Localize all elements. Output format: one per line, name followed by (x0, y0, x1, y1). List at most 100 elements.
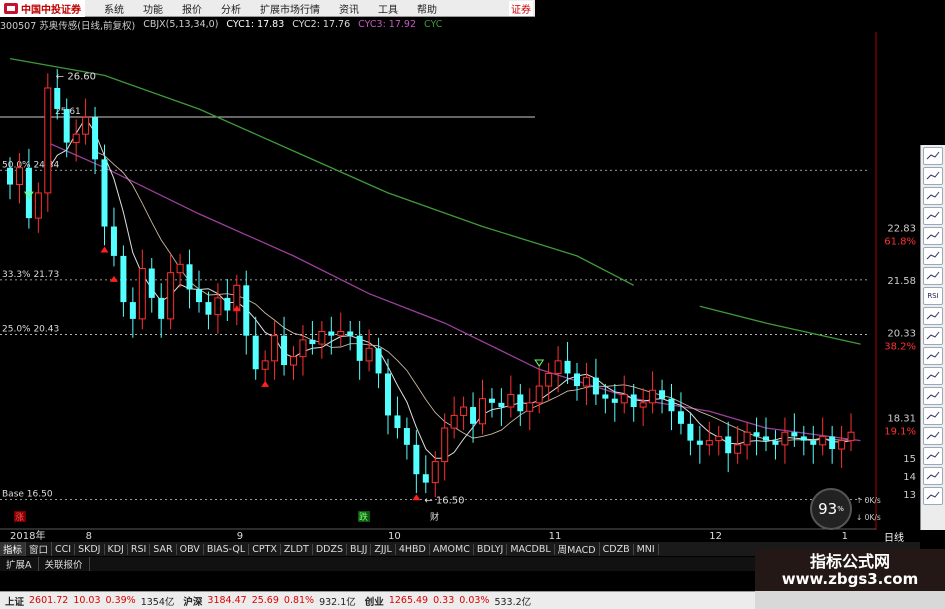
candle-body-12 (120, 255, 127, 303)
menu-item-info[interactable]: 资讯 (339, 1, 359, 16)
candle-body-55 (526, 402, 534, 412)
candle-body-26 (252, 335, 259, 370)
tool-1-icon[interactable] (923, 167, 943, 185)
candle-body-79 (753, 432, 760, 437)
tool-8-icon[interactable] (923, 307, 943, 325)
candle-body-89 (847, 431, 855, 442)
tool-5-icon[interactable] (923, 247, 943, 265)
network-speed-widget[interactable]: 93% (810, 488, 852, 530)
menu-item-ext-market[interactable]: 扩展市场行情 (260, 1, 320, 16)
indicator-tab-9[interactable]: CPTX (249, 543, 281, 555)
menu-item-function[interactable]: 功能 (143, 1, 163, 16)
tab-related-quote[interactable]: 关联报价 (39, 557, 90, 571)
candle-body-7 (72, 133, 80, 144)
indicator-tab-6[interactable]: SAR (150, 543, 177, 555)
high-label: ← 26.60 (56, 71, 96, 82)
indicator-tab-15[interactable]: AMOMC (430, 543, 474, 555)
fib-label-4: Base 16.50 (2, 489, 53, 499)
date-label-0: 2018年 (10, 529, 45, 542)
candle-body-50 (479, 398, 486, 425)
sz-index-value: 3184.47 (207, 595, 247, 606)
candles (7, 69, 855, 498)
candle-body-44 (422, 474, 429, 483)
tab-extend-a[interactable]: 扩展A (0, 557, 39, 571)
cyc4-value: CYC (424, 19, 443, 30)
tool-4-icon[interactable] (923, 227, 943, 245)
indicator-tab-5[interactable]: RSI (128, 543, 151, 555)
candle-body-10 (101, 159, 108, 227)
tool-12-icon[interactable] (923, 387, 943, 405)
tool-2-icon[interactable] (923, 187, 943, 205)
candle-body-63 (602, 394, 609, 399)
indicator-tab-10[interactable]: ZLDT (281, 543, 313, 555)
tool-17-icon[interactable] (923, 487, 943, 505)
menu-bar: 中国中投证券 系统 功能 报价 分析 扩展市场行情 资讯 工具 帮助 证券 (0, 0, 535, 17)
sz-index-change: 25.69 (251, 595, 279, 606)
axis-price-3: 18.31 (887, 413, 916, 424)
indicator-tab-1[interactable]: 窗口 (26, 542, 53, 556)
date-label-5: 12 (709, 531, 722, 542)
indicator-tab-3[interactable]: SKDJ (75, 543, 105, 555)
date-label-6: 1 (842, 531, 848, 542)
indicator-tab-16[interactable]: BDLYJ (474, 543, 508, 555)
tool-13-icon[interactable] (923, 407, 943, 425)
cy-index-name[interactable]: 创业 (365, 594, 384, 608)
indicator-tab-0[interactable]: 指标 (0, 542, 27, 556)
candle-body-67 (639, 402, 647, 408)
axis-tick-0: 15 (903, 454, 916, 465)
tool-14-icon[interactable] (923, 427, 943, 445)
indicator-tab-2[interactable]: CCI (52, 543, 76, 555)
tool-11-icon[interactable] (923, 367, 943, 385)
indicator-tab-4[interactable]: KDJ (105, 543, 128, 555)
tool-9-icon[interactable] (923, 327, 943, 345)
candle-body-3 (34, 192, 42, 219)
menu-item-system[interactable]: 系统 (104, 1, 124, 16)
low-label: ← 16.50 (424, 495, 464, 506)
candle-body-45 (431, 461, 439, 484)
logo-text: 中国中投证券 (21, 4, 81, 16)
indicator-tab-12[interactable]: BLJJ (347, 543, 372, 555)
candle-body-66 (630, 394, 637, 408)
menu-item-help[interactable]: 帮助 (417, 1, 437, 16)
candle-body-6 (63, 108, 70, 143)
menu-item-analysis[interactable]: 分析 (221, 1, 241, 16)
tool-0-icon[interactable] (923, 147, 943, 165)
site-watermark: 指标公式网 www.zbgs3.com (755, 549, 945, 591)
tool-3-icon[interactable] (923, 207, 943, 225)
candlestick-chart[interactable]: 25.6150.0% 24.3433.3% 21.7325.0% 20.43Ba… (0, 32, 920, 542)
sz-index-pct: 0.81% (283, 595, 315, 606)
indicator-tab-8[interactable]: BIAS-QL (204, 543, 250, 555)
fib-label-3: 25.0% 20.43 (2, 324, 59, 334)
candle-body-62 (592, 377, 599, 395)
axis-pct-0: 61.8% (884, 237, 916, 248)
candle-body-43 (413, 444, 420, 475)
tag-die: 跌 (359, 512, 368, 523)
candle-body-35 (337, 330, 345, 337)
indicator-tab-20[interactable]: MNI (634, 543, 659, 555)
tool-10-icon[interactable] (923, 347, 943, 365)
indicator-tab-11[interactable]: DDZS (313, 543, 347, 555)
candle-body-2 (25, 167, 32, 219)
indicator-tab-17[interactable]: MACDBL (507, 543, 555, 555)
sh-index-pct: 0.39% (105, 595, 136, 606)
indicator-tab-7[interactable]: OBV (177, 543, 204, 555)
tool-16-icon[interactable] (923, 467, 943, 485)
tool-7-icon[interactable]: RSI (923, 287, 943, 305)
indicator-tab-13[interactable]: ZJJL (371, 543, 396, 555)
candle-body-83 (791, 432, 798, 437)
candle-body-34 (328, 331, 335, 336)
menu-item-tools[interactable]: 工具 (378, 1, 398, 16)
tool-15-icon[interactable] (923, 447, 943, 465)
indicator-tab-14[interactable]: 4HBD (396, 543, 430, 555)
sz-index-name[interactable]: 沪深 (183, 594, 202, 608)
indicator-info-bar: 300507 苏奥传感(日线,前复权) CBJX(5,13,34,0) CYC1… (0, 17, 535, 32)
tool-6-icon[interactable] (923, 267, 943, 285)
indicator-tab-18[interactable]: 周MACD (555, 542, 600, 556)
candle-body-31 (299, 339, 307, 358)
indicator-tab-19[interactable]: CDZB (600, 543, 634, 555)
candle-body-39 (375, 348, 382, 374)
menu-item-quote[interactable]: 报价 (182, 1, 202, 16)
sh-index-name[interactable]: 上证 (5, 594, 24, 608)
candle-body-47 (450, 414, 458, 429)
candle-body-53 (507, 393, 515, 408)
